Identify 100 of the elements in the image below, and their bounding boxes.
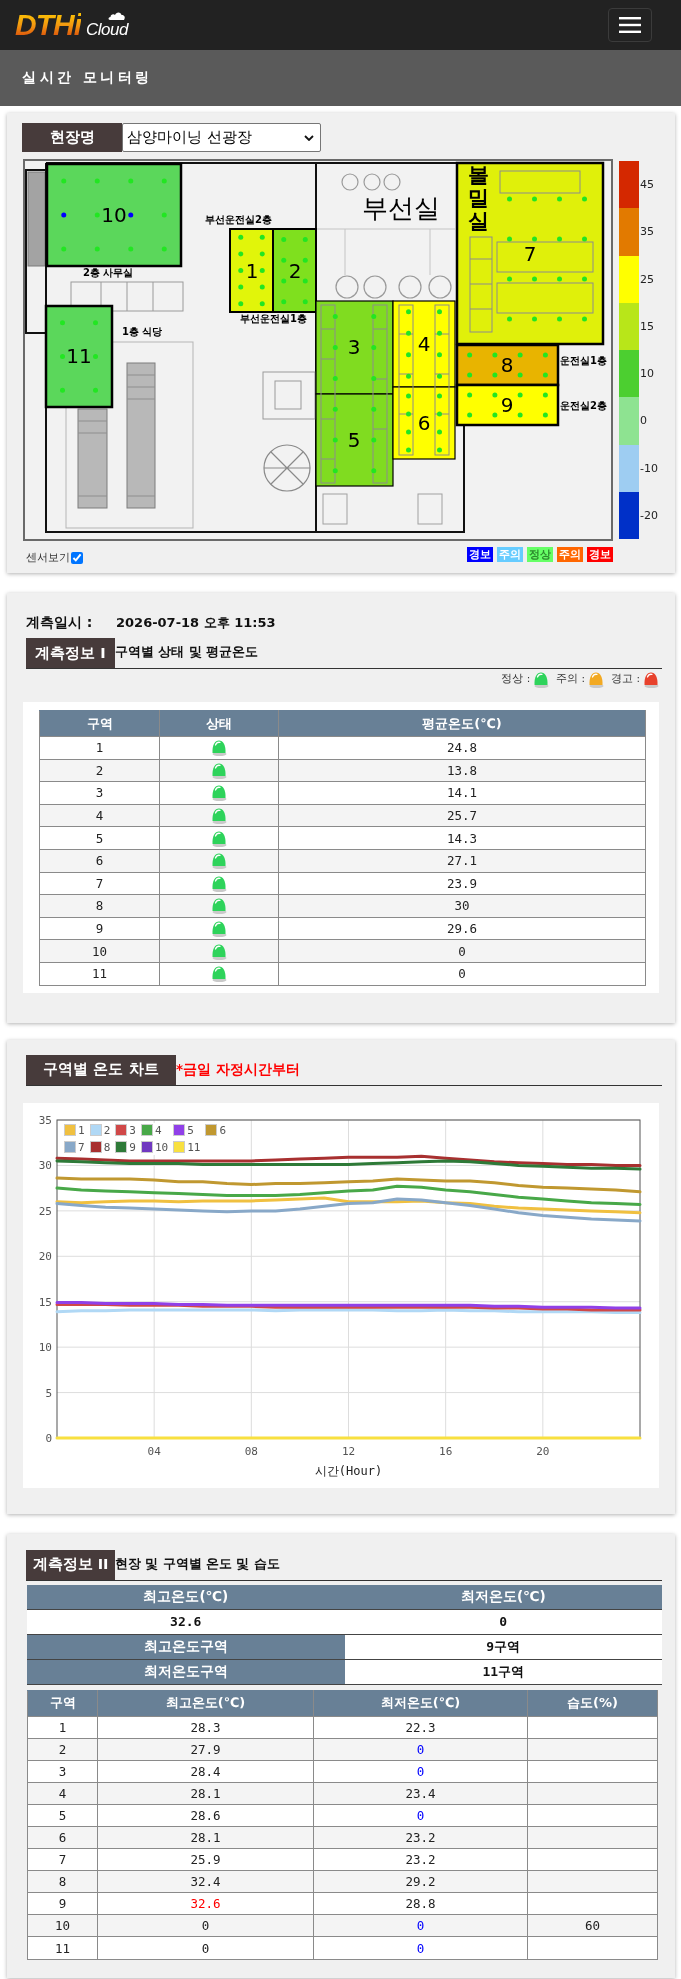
table-cell: 8 <box>27 1870 98 1893</box>
table-cell: 11구역 <box>344 1659 662 1685</box>
legend-chip: 주의 <box>497 547 523 562</box>
room-label: 2층 사무실 <box>83 267 134 279</box>
room-label: 부선운전실2층 <box>205 214 272 226</box>
section-tag: 계측정보 I <box>26 638 115 668</box>
row-header: 최저온도구역 <box>27 1659 345 1685</box>
table-cell: 23.2 <box>313 1848 528 1871</box>
room-label: 부선실 <box>362 193 440 223</box>
column-header: 구역 <box>27 1690 98 1717</box>
table-cell: 7 <box>27 1848 98 1871</box>
x-tick-label: 16 <box>439 1444 453 1458</box>
y-tick-label: 25 <box>38 1204 52 1218</box>
table-cell: 9구역 <box>344 1634 662 1660</box>
legend-label: 주의 : <box>556 672 586 686</box>
section-tag: 구역별 온도 차트 <box>26 1054 176 1085</box>
y-tick-label: 15 <box>38 1295 52 1309</box>
column-header: 상태 <box>159 710 279 737</box>
timestamp-label: 계측일시 : <box>26 614 94 632</box>
room-label: 운전실1층 <box>560 355 607 367</box>
table-cell: 28.4 <box>97 1760 314 1783</box>
table-cell: 10 <box>39 939 160 963</box>
table-cell: 23.4 <box>313 1782 528 1805</box>
table-cell: 32.6 <box>97 1892 314 1915</box>
legend-label: 5 <box>186 1123 195 1137</box>
room-label: 운전실2층 <box>560 400 607 412</box>
table-cell: 3 <box>39 781 160 805</box>
legend-label: 9 <box>128 1140 137 1154</box>
sensor-toggle-label: 센서보기 <box>26 550 70 565</box>
column-header: 구역 <box>39 710 160 737</box>
scale-label: 15 <box>640 319 654 333</box>
table-cell: 1 <box>27 1716 98 1739</box>
legend-label: 2 <box>102 1123 112 1137</box>
table-cell: 4 <box>27 1782 98 1805</box>
y-tick-label: 30 <box>38 1158 52 1172</box>
x-tick-label: 12 <box>341 1444 356 1458</box>
table-cell: 22.3 <box>313 1716 528 1739</box>
column-header: 최저온도(℃) <box>313 1690 528 1717</box>
table-cell: 2 <box>27 1738 98 1761</box>
scale-label: 10 <box>640 367 654 381</box>
table-cell: 7 <box>39 872 160 895</box>
y-tick-label: 10 <box>38 1340 52 1354</box>
y-tick-label: 5 <box>45 1386 52 1400</box>
table-cell: 1 <box>39 736 160 760</box>
table-cell: 5 <box>27 1804 98 1827</box>
y-tick-label: 0 <box>45 1431 52 1445</box>
table-cell: 0 <box>97 1936 314 1960</box>
table-cell: 28.6 <box>97 1804 314 1827</box>
table-cell: 0 <box>278 962 646 986</box>
legend-label: 3 <box>128 1123 137 1137</box>
table-cell: 23.9 <box>278 872 646 895</box>
table-cell: 8 <box>39 894 160 918</box>
table-cell: 28.1 <box>97 1826 314 1849</box>
table-cell: 9 <box>39 917 160 940</box>
legend-label: 6 <box>218 1123 227 1137</box>
table-cell: 6 <box>27 1826 98 1849</box>
scale-label: 35 <box>640 225 654 239</box>
table-cell: 3 <box>27 1760 98 1783</box>
zone-number: 4 <box>417 332 431 356</box>
column-header: 평균온도(℃) <box>278 710 646 737</box>
table-cell: 0 <box>313 1914 528 1937</box>
section-tag: 계측정보 II <box>26 1549 115 1580</box>
zone-number: 8 <box>500 353 514 377</box>
section-title: 구역별 상태 및 평균온도 <box>115 644 259 661</box>
table-cell: 0 <box>313 1936 528 1960</box>
x-axis-title: 시간(Hour) <box>314 1463 383 1478</box>
legend-label: 경고 : <box>611 672 640 686</box>
zone-number: 11 <box>66 344 92 368</box>
x-tick-label: 08 <box>244 1444 258 1458</box>
x-tick-label: 20 <box>536 1444 550 1458</box>
zone-number: 5 <box>347 428 361 452</box>
column-header: 습도(%) <box>527 1690 658 1717</box>
zone-number: 2 <box>288 259 302 283</box>
table-cell: 25.7 <box>278 804 646 827</box>
legend-label: 8 <box>102 1140 112 1154</box>
table-cell: 0 <box>97 1914 314 1937</box>
table-cell: 9 <box>27 1892 98 1915</box>
room-label: 볼밀실 <box>468 164 489 234</box>
legend-chip: 경보 <box>587 547 613 562</box>
scale-label: 0 <box>640 414 647 428</box>
legend-label: 10 <box>153 1140 170 1154</box>
legend-chip: 정상 <box>527 547 553 562</box>
table-cell: 10 <box>27 1914 98 1937</box>
y-tick-label: 35 <box>38 1113 52 1127</box>
table-cell: 29.6 <box>278 917 646 940</box>
page-title: 실시간 모니터링 <box>22 69 153 87</box>
x-tick-label: 04 <box>147 1444 161 1458</box>
zone-number: 3 <box>347 335 361 359</box>
table-cell: 28.3 <box>97 1716 314 1739</box>
table-cell: 27.9 <box>97 1738 314 1761</box>
table-cell: 24.8 <box>278 736 646 760</box>
table-cell: 0 <box>313 1738 528 1761</box>
scale-label: -10 <box>640 461 658 475</box>
legend-chip: 경보 <box>467 547 493 562</box>
zone-number: 10 <box>101 203 127 227</box>
legend-chip: 주의 <box>557 547 583 562</box>
legend-label: 4 <box>153 1123 163 1137</box>
legend-label: 정상 : <box>501 672 531 686</box>
scale-label: -20 <box>640 508 658 522</box>
table-cell: 0 <box>313 1760 528 1783</box>
